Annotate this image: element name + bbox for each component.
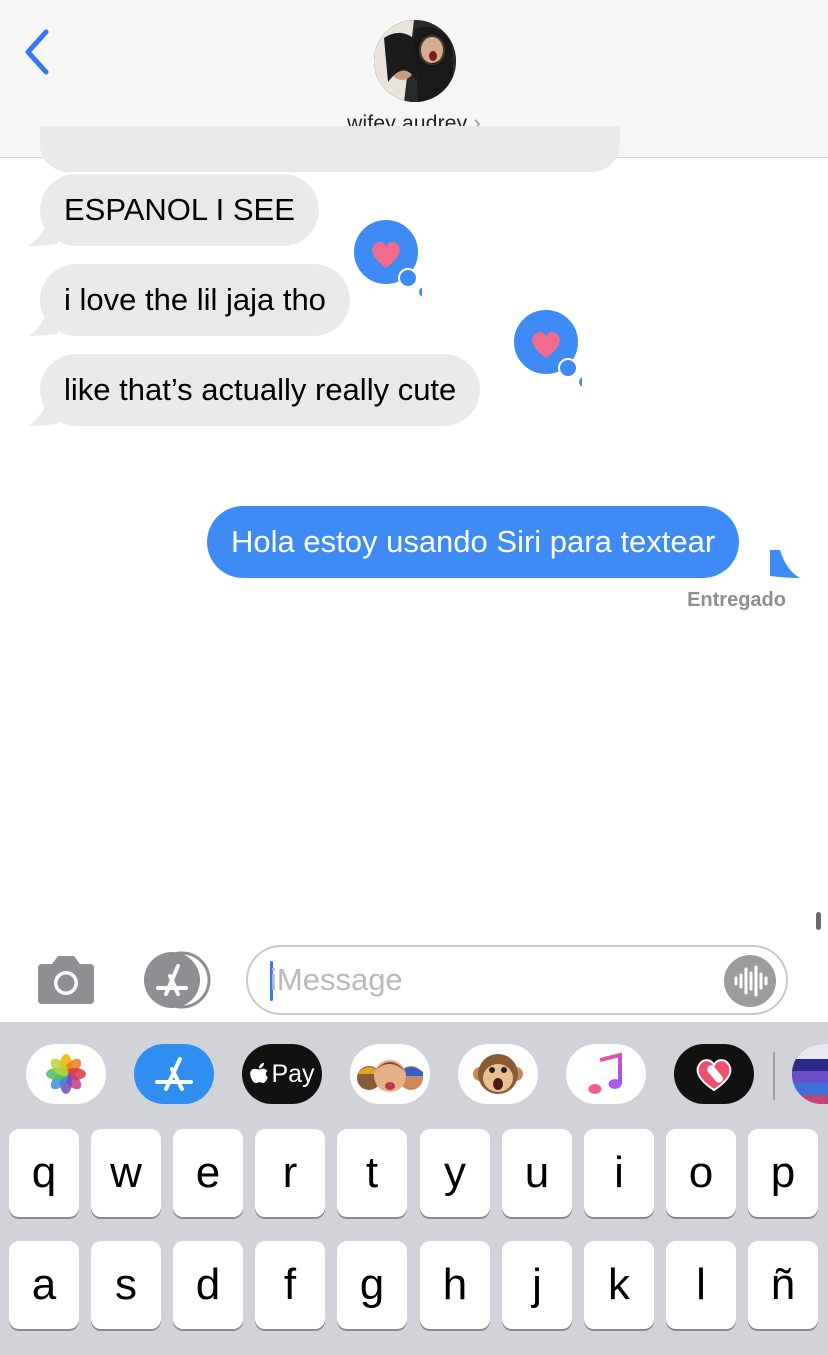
app-store-icon (144, 951, 211, 1009)
memoji-app-button[interactable] (350, 1044, 430, 1104)
key-l[interactable]: l (666, 1241, 736, 1329)
key-a[interactable]: a (9, 1241, 79, 1329)
photos-app-button[interactable] (26, 1044, 106, 1104)
message-text: i love the lil jaja tho (64, 282, 326, 317)
key-i[interactable]: i (584, 1129, 654, 1217)
photos-icon (46, 1054, 86, 1094)
key-q[interactable]: q (9, 1129, 79, 1217)
key-s[interactable]: s (91, 1241, 161, 1329)
outgoing-message[interactable]: Hola estoy usando Siri para textear (207, 506, 740, 578)
key-k[interactable]: k (584, 1241, 654, 1329)
apple-pay-label: Pay (271, 1059, 315, 1088)
more-apps-button[interactable] (792, 1044, 828, 1104)
digital-touch-app-button[interactable] (674, 1044, 754, 1104)
memoji-icon (357, 1060, 423, 1092)
incoming-message[interactable]: i love the lil jaja tho (40, 264, 350, 336)
incoming-message[interactable]: like that’s actually really cute (40, 354, 481, 426)
key-e[interactable]: e (173, 1129, 243, 1217)
message-text: ESPANOL I SEE (64, 192, 295, 227)
key-g[interactable]: g (337, 1241, 407, 1329)
bubble-tail (770, 550, 800, 578)
key-o[interactable]: o (666, 1129, 736, 1217)
sticker-app-icon (792, 1044, 828, 1104)
key-h[interactable]: h (420, 1241, 490, 1329)
message-text: Hola estoy usando Siri para textear (231, 524, 716, 559)
key-r[interactable]: r (255, 1129, 325, 1217)
app-store-drawer-button[interactable] (140, 950, 214, 1010)
app-store-icon (155, 1057, 193, 1091)
apple-logo-icon (250, 1062, 269, 1083)
app-strip-divider (773, 1052, 775, 1100)
scroll-indicator[interactable] (816, 912, 821, 930)
avatar-photo (374, 20, 456, 102)
key-y[interactable]: y (420, 1129, 490, 1217)
key-d[interactable]: d (173, 1241, 243, 1329)
key-w[interactable]: w (91, 1129, 161, 1217)
keyboard: Pay q w e r t y u i o p a s d f g h j k … (0, 1022, 828, 1355)
partial-message-bubble (40, 126, 620, 172)
animoji-app-button[interactable] (458, 1044, 538, 1104)
heart-tapback-icon (512, 308, 582, 387)
key-j[interactable]: j (502, 1241, 572, 1329)
audio-message-button[interactable] (724, 955, 776, 1007)
heart-tapback-icon (352, 218, 422, 297)
incoming-message[interactable]: ESPANOL I SEE (40, 174, 319, 246)
message-input[interactable] (270, 957, 710, 1003)
imessage-field[interactable] (246, 945, 788, 1015)
delivery-status: Entregado (687, 589, 786, 611)
contact-avatar[interactable] (374, 20, 456, 102)
chevron-left-icon (25, 29, 49, 75)
camera-icon (38, 956, 94, 1004)
key-n-tilde[interactable]: ñ (748, 1241, 818, 1329)
heart-touch-icon (696, 1059, 732, 1092)
key-t[interactable]: t (337, 1129, 407, 1217)
key-p[interactable]: p (748, 1129, 818, 1217)
key-f[interactable]: f (255, 1241, 325, 1329)
music-note-icon (588, 1052, 622, 1094)
monkey-icon (473, 1054, 523, 1094)
waveform-icon (734, 965, 768, 997)
camera-button[interactable] (34, 954, 98, 1006)
key-u[interactable]: u (502, 1129, 572, 1217)
app-store-app-button[interactable] (134, 1044, 214, 1104)
back-button[interactable] (18, 26, 62, 78)
music-app-button[interactable] (566, 1044, 646, 1104)
apple-pay-button[interactable]: Pay (242, 1044, 322, 1104)
message-text: like that’s actually really cute (64, 372, 457, 407)
